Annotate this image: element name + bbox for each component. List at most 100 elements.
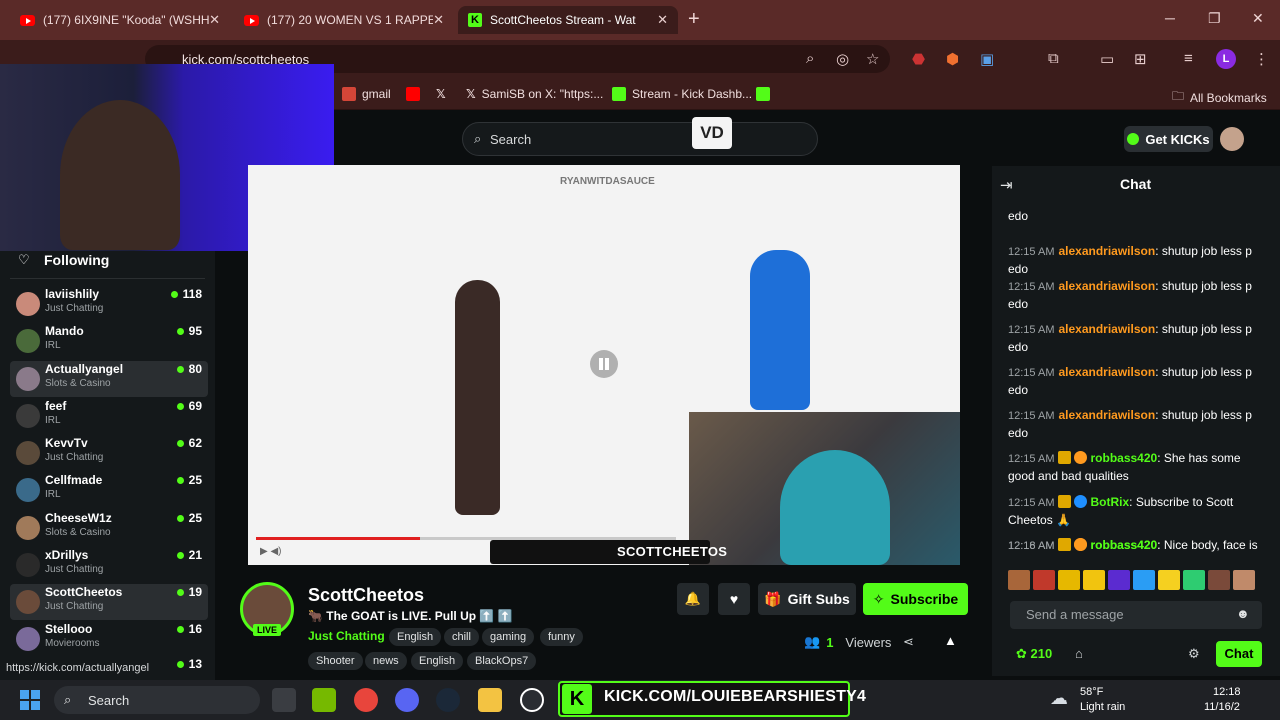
bookmark-samisb[interactable]: 𝕏 SamiSB on X: "https:...	[466, 87, 603, 101]
puzzle-icon[interactable]: ⧉	[1048, 50, 1059, 67]
task-view-icon[interactable]	[272, 688, 296, 712]
emote-icon[interactable]	[1083, 570, 1105, 590]
chat-send-button[interactable]: Chat	[1216, 641, 1262, 667]
sidebar-channel[interactable]: xDrillys Just Chatting 21	[10, 547, 208, 583]
close-icon[interactable]: ✕	[433, 12, 444, 28]
emote-icon[interactable]	[1108, 570, 1130, 590]
new-tab-button[interactable]: +	[688, 8, 700, 31]
collapse-chat-icon[interactable]: ⇥	[1000, 176, 1013, 194]
store-icon[interactable]: ⌂	[1075, 646, 1083, 661]
settings-icon[interactable]: ⚙	[1188, 646, 1200, 662]
subscribe-button[interactable]: ✧ Subscribe	[863, 583, 968, 615]
sidebar-channel[interactable]: KevvTv Just Chatting 62	[10, 435, 208, 471]
streamer-name[interactable]: ScottCheetos	[308, 585, 424, 606]
chat-username[interactable]: robbass420	[1090, 451, 1157, 465]
sidebar-channel[interactable]: feef IRL 69	[10, 398, 208, 434]
gift-subs-button[interactable]: 🎁 Gift Subs	[758, 583, 856, 615]
bookmark-gmail[interactable]: gmail	[342, 87, 391, 101]
emote-icon[interactable]	[1183, 570, 1205, 590]
pause-icon[interactable]	[590, 350, 618, 378]
chat-username[interactable]: alexandriawilson	[1058, 244, 1155, 258]
chat-username[interactable]: BotRix	[1090, 495, 1129, 509]
emote-icon[interactable]	[1033, 570, 1055, 590]
sidebar-channel[interactable]: Mando IRL 95	[10, 323, 208, 359]
emote-icon[interactable]	[1008, 570, 1030, 590]
chrome-icon[interactable]	[354, 688, 378, 712]
get-kicks-button[interactable]: Get KICKs	[1124, 126, 1213, 152]
clock-time[interactable]: 12:18	[1213, 686, 1241, 698]
bookmark-x[interactable]: 𝕏	[436, 87, 446, 101]
restore-icon[interactable]: ❐	[1208, 10, 1221, 27]
all-bookmarks[interactable]: 🗀 All Bookmarks	[1172, 87, 1267, 108]
bookmark-youtube[interactable]	[406, 87, 420, 101]
play-icon[interactable]: ▶ ◀)	[260, 546, 282, 557]
extension-icon[interactable]: ⬢	[946, 50, 959, 68]
emote-bar[interactable]	[1008, 570, 1263, 590]
tag[interactable]: chill	[444, 628, 479, 646]
media-icon[interactable]: ≡	[1184, 50, 1193, 67]
profile-avatar[interactable]: L	[1216, 49, 1236, 69]
channel-category: Just Chatting	[45, 564, 104, 575]
sidebar-channel[interactable]: ScottCheetos Just Chatting 19	[10, 584, 208, 620]
bookmark-kick[interactable]	[756, 87, 770, 101]
channel-points[interactable]: ✿ 210	[1016, 646, 1052, 662]
minimize-icon[interactable]: ─	[1165, 10, 1175, 26]
clock-date[interactable]: 11/16/2	[1204, 701, 1240, 713]
tag[interactable]: gaming	[482, 628, 535, 646]
star-icon[interactable]: ☆	[866, 50, 879, 68]
cloud-rain-icon[interactable]: ☁	[1050, 688, 1068, 709]
extension-icon[interactable]: ⬣	[912, 50, 925, 68]
chat-username[interactable]: alexandriawilson	[1058, 322, 1155, 336]
tag[interactable]: Shooter	[308, 652, 363, 670]
emote-icon[interactable]	[1208, 570, 1230, 590]
discord-icon[interactable]	[395, 688, 419, 712]
browser-tab[interactable]: (177) 6IX9INE "Kooda" (WSHH E ✕	[10, 6, 230, 34]
sidebar-channel[interactable]: CheeseW1z Slots & Casino 25	[10, 510, 208, 546]
chat-username[interactable]: alexandriawilson	[1058, 408, 1155, 422]
sidebar-channel[interactable]: Stellooo Moviero​oms 16	[10, 621, 208, 657]
extension-icon[interactable]: ▣	[980, 50, 994, 68]
taskbar-search[interactable]	[54, 686, 260, 714]
menu-icon[interactable]: ⋮	[1254, 50, 1269, 68]
screenshot-icon[interactable]: ⊞	[1134, 50, 1147, 68]
sidebar-channel[interactable]: Cellfmade IRL 25	[10, 472, 208, 508]
category-link[interactable]: Just Chatting	[308, 629, 385, 643]
emoji-icon[interactable]: ☻	[1236, 606, 1250, 621]
tag[interactable]: English	[389, 628, 442, 646]
follow-button[interactable]: ♥	[718, 583, 750, 615]
chat-username[interactable]: alexandriawilson	[1058, 365, 1155, 379]
browser-tab-active[interactable]: K ScottCheetos Stream - Wat ✕	[458, 6, 678, 34]
taskbar-search-label: Search	[88, 693, 130, 708]
share-icon[interactable]: ⋖	[903, 634, 914, 650]
bookmark-kick-dashboard[interactable]: Stream - Kick Dashb...	[612, 87, 752, 101]
tag[interactable]: BlackOps7	[467, 652, 537, 670]
cast-icon[interactable]: ▭	[1100, 50, 1114, 68]
steam-icon[interactable]	[436, 688, 460, 712]
channel-name: feef	[45, 399, 67, 413]
chat-username[interactable]: alexandriawilson	[1058, 279, 1155, 293]
emote-icon[interactable]	[1133, 570, 1155, 590]
window-close-icon[interactable]: ✕	[1252, 10, 1264, 27]
notification-bell-button[interactable]: 🔔	[677, 583, 709, 615]
windows-start-icon[interactable]	[20, 690, 40, 710]
report-icon[interactable]: ▲	[944, 633, 957, 648]
chat-username[interactable]: robbass420	[1090, 538, 1157, 552]
emote-icon[interactable]	[1233, 570, 1255, 590]
obs-icon[interactable]	[520, 688, 544, 712]
browser-tab[interactable]: (177) 20 WOMEN VS 1 RAPPER ✕	[234, 6, 454, 34]
sidebar-channel[interactable]: laviishlily Just Chatting 118	[10, 286, 208, 322]
user-avatar[interactable]	[1220, 127, 1244, 151]
channel-name: ScottCheetos	[45, 585, 123, 599]
eye-off-icon[interactable]: ◎	[836, 50, 849, 68]
tag[interactable]: English	[411, 652, 464, 670]
sidebar-channel[interactable]: Actuallyangel Slots & Casino 80	[10, 361, 208, 397]
close-icon[interactable]: ✕	[209, 12, 220, 28]
tag[interactable]: funny	[540, 628, 583, 646]
close-icon[interactable]: ✕	[657, 12, 668, 28]
nvidia-icon[interactable]	[312, 688, 336, 712]
zoom-icon[interactable]: ⌕	[806, 50, 814, 67]
emote-icon[interactable]	[1158, 570, 1180, 590]
tag[interactable]: news	[365, 652, 407, 670]
file-explorer-icon[interactable]	[478, 688, 502, 712]
emote-icon[interactable]	[1058, 570, 1080, 590]
